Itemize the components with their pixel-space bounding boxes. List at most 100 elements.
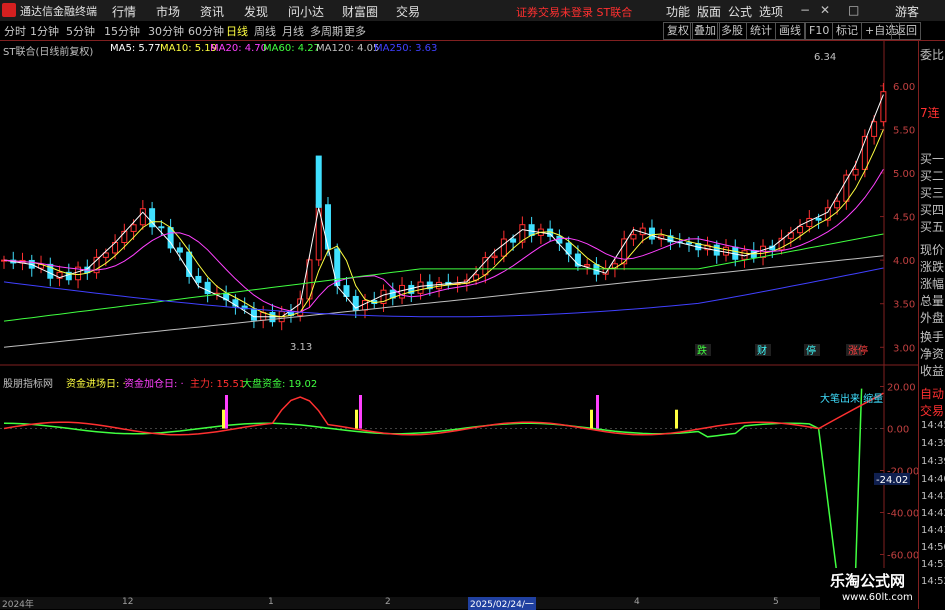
period-tick[interactable]: 分时 <box>4 23 26 39</box>
mark-button[interactable]: 标记 <box>832 22 862 40</box>
price-axis-label-1: 5.50 <box>893 125 915 136</box>
ma20-label: MA20: 4.70 <box>210 43 268 54</box>
menu-function[interactable]: 功能 <box>666 3 690 20</box>
price-axis-label-6: 3.00 <box>893 343 915 354</box>
menu-options[interactable]: 选项 <box>759 3 783 20</box>
watermark-url: www.60lt.com <box>842 592 913 603</box>
user-guest[interactable]: 游客 <box>895 3 919 20</box>
draw-button[interactable]: 画线 <box>775 22 805 40</box>
menu-formula[interactable]: 公式 <box>728 3 752 20</box>
candle-body <box>880 91 887 123</box>
side-bid1: 买一 <box>920 152 945 166</box>
kline-chart[interactable]: 6.00 5.50 5.00 4.50 4.00 3.50 3.00 6.34 3.13 跌 财 停 涨… <box>0 41 918 597</box>
period-more[interactable]: 更多 <box>344 23 366 39</box>
time-2: 14:39 <box>921 456 945 467</box>
ma-line-0 <box>3 94 884 318</box>
candle-body <box>500 238 507 257</box>
menu-trade[interactable]: 交易 <box>396 3 420 20</box>
period-1min[interactable]: 1分钟 <box>30 23 59 39</box>
event-marker-1: 财 <box>757 344 767 357</box>
date-axis <box>0 597 918 609</box>
menu-discover[interactable]: 发现 <box>244 3 268 20</box>
side-bid2: 买二 <box>920 169 945 183</box>
menu-layout[interactable]: 版面 <box>697 3 721 20</box>
ma250-label: MA250: 3.63 <box>374 43 438 54</box>
time-4: 14:41 <box>921 491 945 502</box>
side-bid4: 买四 <box>920 203 945 217</box>
stats-button[interactable]: 统计 <box>746 22 776 40</box>
candle-body <box>130 224 137 232</box>
price-axis-label-5: 3.50 <box>893 300 915 311</box>
menu-bar: 通达信金融终端 行情 市场 资讯 发现 问小达 财富圈 交易 证券交易未登录 S… <box>0 0 945 22</box>
spike-candle <box>315 155 322 208</box>
multi-stock-button[interactable]: 多股 <box>717 22 747 40</box>
period-monthly[interactable]: 月线 <box>282 23 304 39</box>
candle-body <box>417 281 424 294</box>
period-multi[interactable]: 多周期 <box>310 23 343 39</box>
indicator-entry-label: 资金进场日: · <box>66 379 126 390</box>
indicator-axis-label-4: -60.00 <box>887 551 918 562</box>
event-marker-0: 跌 <box>697 344 707 357</box>
date-0: 2024年 <box>2 600 34 610</box>
period-15min[interactable]: 15分钟 <box>104 23 140 39</box>
login-notice[interactable]: 证券交易未登录 ST联合 <box>516 4 632 20</box>
signal-bar <box>675 409 678 429</box>
period-30min[interactable]: 30分钟 <box>148 23 184 39</box>
candle-body <box>815 217 822 221</box>
menu-quotes[interactable]: 行情 <box>112 3 136 20</box>
overlay-button[interactable]: 叠加 <box>690 22 720 40</box>
minimize-icon[interactable]: − <box>800 3 810 17</box>
event-marker-3: 涨停 <box>848 344 868 357</box>
candle-body <box>491 255 498 259</box>
time-3: 14:40 <box>921 474 945 485</box>
f10-button[interactable]: F10 <box>805 22 834 40</box>
candle-body <box>324 204 331 250</box>
candle-body <box>648 227 655 240</box>
candle-body <box>510 238 517 243</box>
side-bid3: 买三 <box>920 186 945 200</box>
ma120-label: MA120: 4.05 <box>316 43 380 54</box>
signal-bar <box>596 395 599 429</box>
period-weekly[interactable]: 周线 <box>254 23 276 39</box>
maximize-icon[interactable]: □ <box>848 3 859 17</box>
menu-news[interactable]: 资讯 <box>200 3 224 20</box>
candle-body <box>186 251 193 277</box>
period-daily[interactable]: 日线 <box>226 23 248 39</box>
signal-bar <box>222 409 225 429</box>
close-icon[interactable]: ✕ <box>820 3 830 17</box>
signal-bar <box>359 395 362 429</box>
candle-body <box>584 264 591 267</box>
side-volume: 总量 <box>920 294 945 308</box>
ma-line-5 <box>3 267 884 318</box>
adjust-button[interactable]: 复权 <box>663 22 693 40</box>
candle-body <box>723 246 730 256</box>
indicator-annotation: 大笔出来 缩量 <box>820 394 884 405</box>
side-bid5: 买五 <box>920 220 945 234</box>
indicator-market-label: 大盘资金: 19.02 <box>242 379 318 390</box>
time-9: 14:52 <box>921 576 945 587</box>
side-auto-button[interactable]: 自动 <box>920 385 944 402</box>
candle-body <box>797 225 804 234</box>
date-cursor: 2025/02/24/一 <box>468 597 536 610</box>
stock-title: ST联合(日线前复权) <box>3 47 94 58</box>
candle-body <box>760 245 767 258</box>
indicator-main-label: 主力: 15.51 <box>190 379 246 390</box>
side-change: 涨跌 <box>920 260 945 274</box>
back-button[interactable]: 返回 <box>891 22 921 40</box>
current-value: -24.02 <box>876 475 908 486</box>
menu-ask[interactable]: 问小达 <box>288 3 324 20</box>
price-axis-label-0: 6.00 <box>893 82 915 93</box>
ma-line-4 <box>3 255 884 348</box>
menu-wealth[interactable]: 财富圈 <box>342 3 378 20</box>
indicator-add-label: 资金加仓日: · <box>124 379 184 390</box>
candle-body <box>685 242 692 245</box>
ma5-label: MA5: 5.77 <box>110 43 161 54</box>
period-5min[interactable]: 5分钟 <box>66 23 95 39</box>
date-1: 12 <box>122 597 134 607</box>
menu-market[interactable]: 市场 <box>156 3 180 20</box>
candle-body <box>362 300 369 311</box>
period-60min[interactable]: 60分钟 <box>188 23 224 39</box>
market-fund-line <box>3 388 863 577</box>
price-axis-label-2: 5.00 <box>893 169 915 180</box>
side-trade-button[interactable]: 交易 <box>920 402 944 419</box>
